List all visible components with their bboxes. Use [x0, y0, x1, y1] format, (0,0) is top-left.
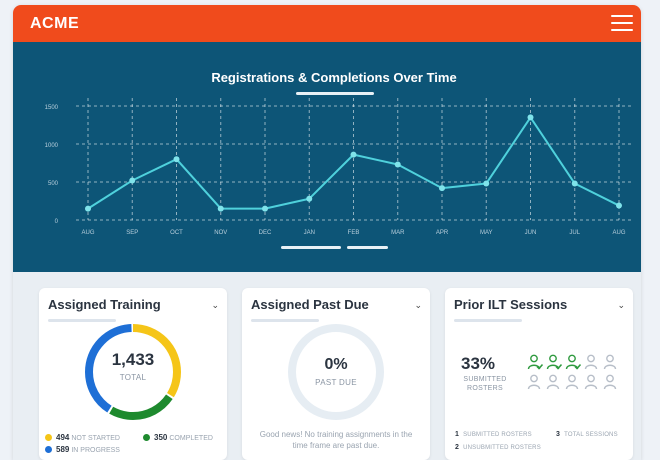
hamburger-menu-icon[interactable]	[611, 15, 633, 32]
label-line: SUBMITTED	[463, 376, 507, 383]
data-point[interactable]	[571, 180, 578, 187]
data-point[interactable]	[262, 205, 268, 212]
data-point[interactable]	[350, 151, 357, 158]
total-label: TOTAL	[119, 373, 147, 382]
stat-label: SUBMITTED ROSTERS	[463, 432, 532, 438]
top-bar: ACME	[13, 5, 641, 42]
y-tick-label: 500	[48, 181, 59, 187]
chevron-down-icon[interactable]: ⌄	[617, 300, 625, 311]
chart-title-underline	[296, 92, 374, 95]
person-icon	[584, 374, 598, 390]
data-point[interactable]	[306, 195, 313, 202]
stat-count: 3	[556, 431, 561, 438]
x-tick-label: FEB	[348, 230, 360, 236]
summary-cards: Assigned Training ⌄ 1,433 TOTAL 494 NOT S…	[13, 272, 641, 460]
stat-count: 2	[455, 444, 460, 451]
past-due-message: Good news! No training assignments in th…	[259, 430, 413, 450]
person-check-icon	[546, 354, 562, 370]
stat-label: UNSUBMITTED ROSTERS	[463, 445, 541, 451]
x-tick-label: OCT	[170, 230, 183, 236]
stat-count: 1	[455, 431, 460, 438]
yellow-dot-icon	[45, 434, 52, 441]
y-tick-label: 0	[55, 219, 59, 225]
assigned-past-due-card[interactable]: Assigned Past Due ⌄ 0% PAST DUE Good new…	[242, 288, 430, 460]
data-point[interactable]	[394, 161, 401, 168]
legend-value: 589	[56, 445, 70, 454]
data-point[interactable]	[527, 114, 534, 121]
x-tick-label: JUL	[569, 230, 580, 236]
y-tick-label: 1000	[45, 143, 59, 149]
prior-ilt-sessions-card[interactable]: Prior ILT Sessions ⌄ 33% SUBMITTED ROSTE…	[445, 288, 633, 460]
stat-submitted-rosters: 1 SUBMITTED ROSTERS	[455, 431, 532, 438]
stat-unsubmitted-rosters: 2 UNSUBMITTED ROSTERS	[455, 444, 541, 451]
card-title-underline	[454, 319, 522, 322]
label-line: ROSTERS	[467, 385, 503, 392]
x-tick-label: MAY	[480, 230, 493, 236]
x-tick-label: DEC	[259, 230, 272, 236]
app-window: ACME Registrations & Completions Over Ti…	[13, 5, 641, 460]
legend-value: 350	[154, 433, 168, 442]
x-tick-label: AUG	[612, 230, 625, 236]
registrations-line-chart: Registrations & Completions Over Time 0 50…	[45, 70, 631, 249]
person-icon	[603, 374, 617, 390]
acme-logo[interactable]: ACME	[30, 15, 79, 33]
data-point[interactable]	[616, 202, 622, 209]
person-icon	[546, 374, 560, 390]
carousel-indicator-active[interactable]	[281, 246, 341, 249]
submitted-rosters-label: SUBMITTED ROSTERS	[457, 375, 513, 393]
card-title: Prior ILT Sessions	[454, 297, 568, 312]
data-point[interactable]	[85, 205, 91, 212]
legend-label: NOT STARTED	[71, 435, 120, 442]
legend-label: COMPLETED	[169, 435, 213, 442]
data-point[interactable]	[217, 205, 224, 212]
x-tick-label: JUN	[525, 230, 537, 236]
green-dot-icon	[143, 434, 150, 441]
person-check-icon	[527, 354, 543, 370]
person-icon	[527, 374, 541, 390]
x-tick-label: JAN	[304, 230, 315, 236]
legend-not-started: 494 NOT STARTED	[45, 433, 120, 442]
y-tick-label: 1500	[45, 105, 59, 111]
assigned-training-card[interactable]: Assigned Training ⌄ 1,433 TOTAL 494 NOT S…	[39, 288, 227, 460]
legend-value: 494	[56, 433, 70, 442]
data-point[interactable]	[439, 185, 445, 192]
chart-title: Registrations & Completions Over Time	[211, 70, 456, 85]
person-icon	[603, 354, 617, 370]
total-value: 1,433	[111, 350, 155, 369]
past-due-value: 0%	[324, 356, 348, 373]
x-tick-label: APR	[436, 230, 449, 236]
past-due-label: PAST DUE	[315, 378, 357, 387]
x-tick-label: NOV	[214, 230, 227, 236]
person-icon	[584, 354, 598, 370]
submitted-percent: 33%	[461, 354, 496, 373]
legend-completed: 350 COMPLETED	[143, 433, 213, 442]
person-check-icon	[565, 354, 581, 370]
x-tick-label: SEP	[126, 230, 138, 236]
legend-in-progress: 589 IN PROGRESS	[45, 445, 120, 454]
data-point[interactable]	[173, 156, 180, 163]
person-icon	[565, 374, 579, 390]
x-tick-label: AUG	[81, 230, 94, 236]
data-point[interactable]	[129, 177, 136, 184]
stat-label: TOTAL SESSIONS	[564, 432, 618, 438]
carousel-indicator[interactable]	[347, 246, 388, 249]
chart-panel: Registrations & Completions Over Time 0 50…	[13, 42, 641, 272]
legend-label: IN PROGRESS	[71, 447, 120, 454]
data-point[interactable]	[483, 180, 490, 187]
blue-dot-icon	[45, 446, 52, 453]
x-tick-label: MAR	[391, 230, 405, 236]
stat-total-sessions: 3 TOTAL SESSIONS	[556, 431, 618, 438]
